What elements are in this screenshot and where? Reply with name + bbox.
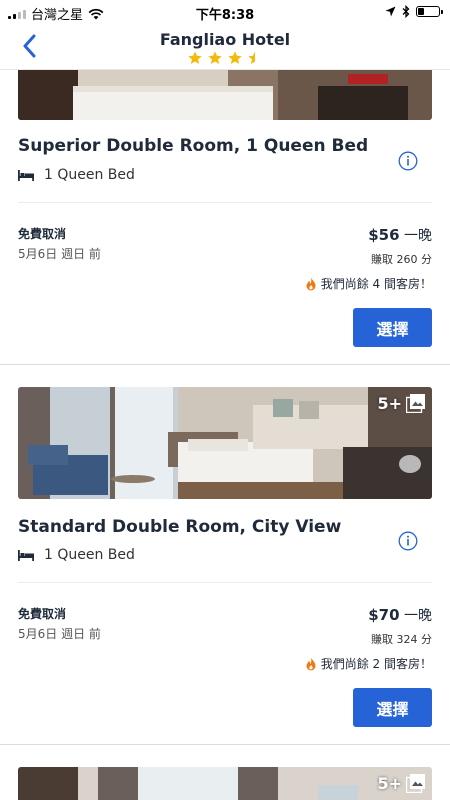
location-arrow-icon — [385, 6, 396, 17]
star-icon — [188, 51, 202, 64]
room-info-button[interactable] — [398, 151, 418, 171]
photo-count: 5+ — [377, 393, 426, 413]
price-amount: $56 — [368, 226, 400, 244]
cancellation-date: 5月6日 週日 前 — [18, 247, 101, 261]
fire-icon — [306, 657, 316, 670]
photo-count-label: 5+ — [377, 773, 402, 793]
reward-points: 賺取 324 分 — [371, 633, 432, 646]
star-icon — [228, 51, 242, 64]
hotel-name: Fangliao Hotel — [159, 30, 291, 49]
battery-icon — [416, 6, 443, 17]
fire-icon — [306, 277, 316, 290]
gallery-icon — [406, 774, 425, 793]
bed-icon — [18, 550, 34, 561]
room-title: Standard Double Room, City View — [18, 517, 342, 537]
section-divider — [0, 744, 450, 745]
bed-icon — [18, 170, 34, 181]
divider — [18, 202, 432, 203]
status-time: 下午8:38 — [195, 8, 255, 23]
price: $70 一晚 — [368, 605, 432, 625]
room-title: Superior Double Room, 1 Queen Bed — [18, 136, 369, 156]
room-photo[interactable] — [18, 70, 432, 120]
status-right — [385, 5, 443, 18]
room-photo[interactable]: 5+ — [18, 767, 432, 800]
half-star-icon — [248, 51, 255, 64]
price: $56 一晚 — [368, 225, 432, 245]
info-icon — [398, 531, 418, 551]
bed-label: 1 Queen Bed — [44, 167, 135, 183]
select-button[interactable]: 選擇 — [353, 308, 432, 347]
photo-count-label: 5+ — [377, 393, 402, 413]
room-list[interactable]: Superior Double Room, 1 Queen Bed 1 Quee… — [0, 70, 450, 800]
star-rating — [0, 50, 450, 66]
bed-info: 1 Queen Bed — [18, 547, 135, 563]
rooms-left: 我們尚餘 2 間客房！ — [305, 655, 432, 672]
rooms-left: 我們尚餘 4 間客房！ — [305, 275, 432, 292]
rooms-left-text: 我們尚餘 2 間客房！ — [320, 657, 432, 671]
price-unit: 一晚 — [404, 608, 432, 624]
cancellation-label: 免費取消 — [18, 607, 67, 621]
bed-info: 1 Queen Bed — [18, 167, 135, 183]
price-unit: 一晚 — [404, 228, 432, 244]
section-divider — [0, 364, 450, 365]
price-amount: $70 — [368, 606, 400, 624]
nav-bar: Fangliao Hotel — [0, 24, 450, 70]
room-info-button[interactable] — [398, 531, 418, 551]
select-button[interactable]: 選擇 — [353, 688, 432, 727]
cancellation-date: 5月6日 週日 前 — [18, 627, 101, 641]
status-bar: 台灣之星 下午8:38 — [0, 0, 450, 24]
bed-label: 1 Queen Bed — [44, 547, 135, 563]
rooms-left-text: 我們尚餘 4 間客房！ — [320, 277, 432, 291]
gallery-icon — [406, 394, 425, 413]
bluetooth-icon — [402, 5, 410, 18]
reward-points: 賺取 260 分 — [371, 253, 432, 266]
photo-count: 5+ — [377, 773, 426, 793]
info-icon — [398, 151, 418, 171]
divider — [18, 582, 432, 583]
room-photo[interactable]: 5+ — [18, 387, 432, 499]
star-icon — [208, 51, 222, 64]
cancellation-label: 免費取消 — [18, 227, 67, 241]
